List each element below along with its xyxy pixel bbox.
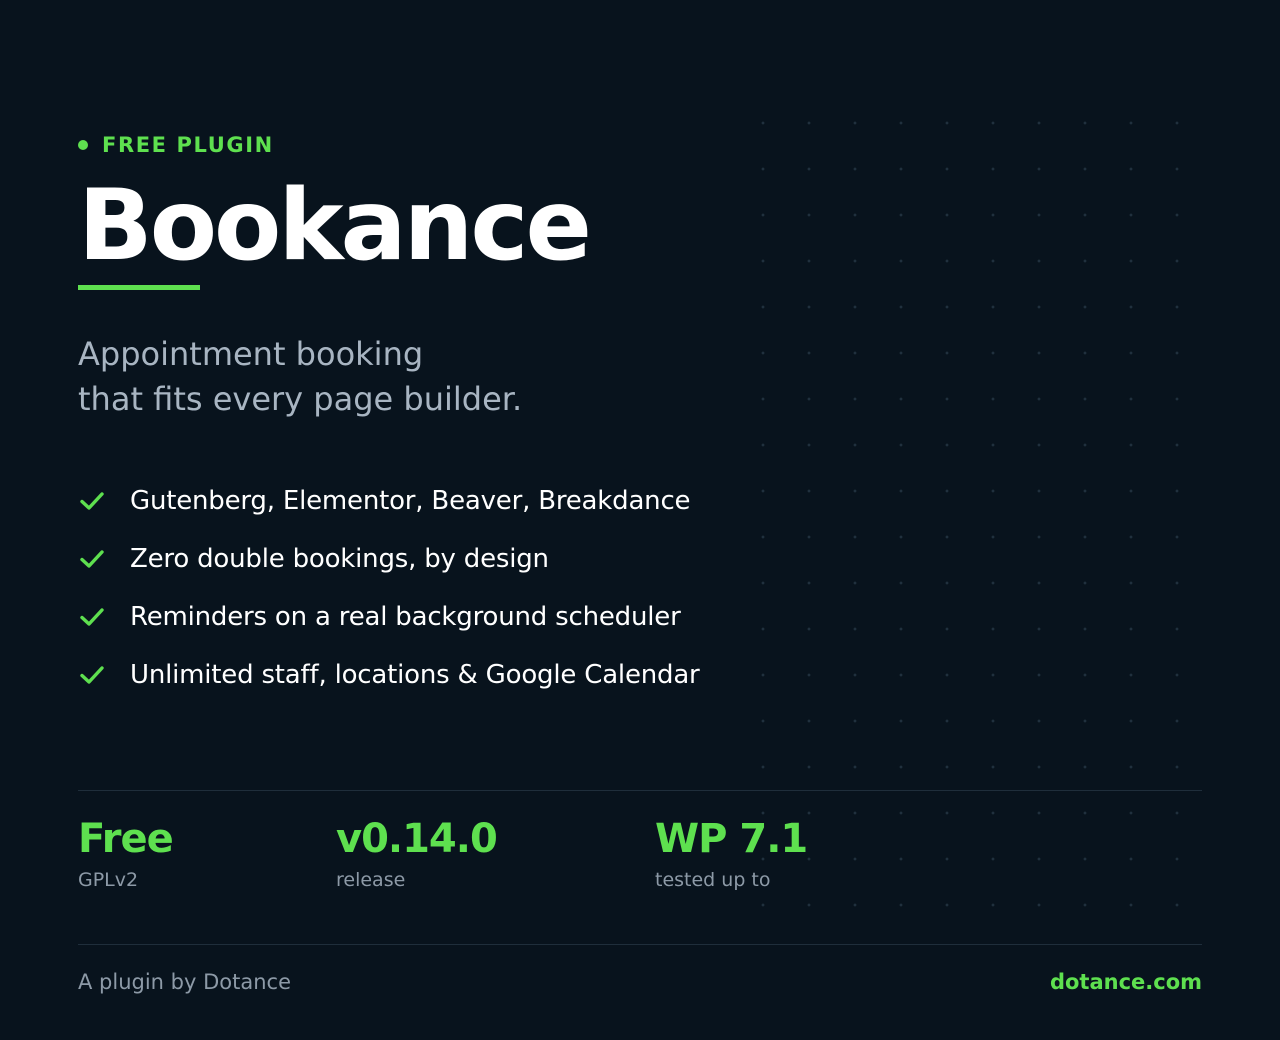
check-icon [80,666,104,684]
footer-credit: A plugin by Dotance [78,970,291,994]
check-icon [80,550,104,568]
divider-top [78,790,1202,791]
subtitle-line-1: Appointment booking [78,335,424,373]
feature-label: Reminders on a real background scheduler [130,602,681,632]
feature-item: Zero double bookings, by design [78,530,700,588]
eyebrow-badge: FREE PLUGIN [78,131,274,159]
promo-card: FREE PLUGIN Bookance Appointment booking… [78,0,1202,1040]
eyebrow-label: FREE PLUGIN [102,133,274,157]
stat-wp-version: WP 7.1 tested up to [655,815,808,891]
stat-value: WP 7.1 [655,816,808,862]
feature-item: Gutenberg, Elementor, Beaver, Breakdance [78,472,700,530]
stat-value: v0.14.0 [336,816,498,862]
stat-release: v0.14.0 release [336,815,498,891]
status-dot-icon [78,140,88,150]
footer-website-link[interactable]: dotance.com [1050,970,1202,994]
feature-label: Zero double bookings, by design [130,544,549,574]
check-icon [80,608,104,626]
stat-label: GPLv2 [78,869,139,891]
feature-list: Gutenberg, Elementor, Beaver, Breakdance… [78,472,700,704]
feature-item: Unlimited staff, locations & Google Cale… [78,646,700,704]
stat-value: Free [78,816,174,862]
stat-label: tested up to [655,869,771,891]
stat-label: release [336,869,406,891]
divider-bottom [78,944,1202,945]
subtitle: Appointment booking that fits every page… [78,332,522,422]
title-underline [78,285,200,290]
page-title: Bookance [78,169,592,283]
feature-label: Gutenberg, Elementor, Beaver, Breakdance [130,486,691,516]
check-icon [80,492,104,510]
feature-label: Unlimited staff, locations & Google Cale… [130,660,700,690]
stat-license: Free GPLv2 [78,815,174,891]
feature-item: Reminders on a real background scheduler [78,588,700,646]
subtitle-line-2: that fits every page builder. [78,380,523,418]
